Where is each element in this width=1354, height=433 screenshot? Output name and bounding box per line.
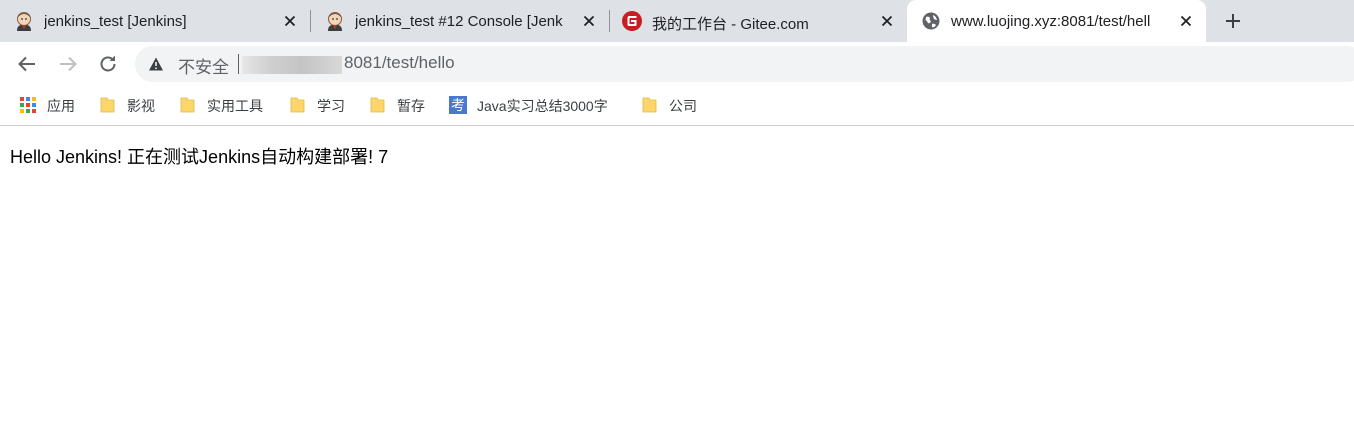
bookmark-label: 应用 [47,98,75,114]
kao-icon-glyph: 考 [451,98,465,114]
kao-icon: 考 [449,96,467,114]
warning-icon[interactable] [148,56,164,72]
browser-toolbar: 不安全 8081/test/hello [0,42,1354,86]
close-icon[interactable] [580,12,598,30]
bookmark-label: 实用工具 [207,98,263,114]
folder-icon [100,97,115,113]
bookmarks-bar: 应用 影视 实用工具 学习 暂存 考 Java实习总结3000字 公司 [0,86,1354,126]
tab-title: jenkins_test [Jenkins] [44,13,187,30]
tab-active-luojing[interactable]: www.luojing.xyz:8081/test/hell [907,0,1206,42]
close-icon[interactable] [281,12,299,30]
close-icon[interactable] [1177,12,1195,30]
reload-icon[interactable] [96,52,120,76]
gitee-icon [622,11,642,31]
jenkins-icon [328,12,342,31]
page-text: Hello Jenkins! 正在测试Jenkins自动构建部署! 7 [10,147,389,167]
url-text[interactable]: 8081/test/hello [344,53,455,73]
folder-icon [642,97,657,113]
tab-title: 我的工作台 - Gitee.com [652,16,809,33]
bookmark-label: 学习 [317,98,345,114]
folder-icon [290,97,305,113]
page-content: Hello Jenkins! 正在测试Jenkins自动构建部署! 7 [0,127,1354,433]
tab-gitee[interactable]: 我的工作台 - Gitee.com [610,0,906,42]
back-arrow-icon[interactable] [15,52,39,76]
tab-title: jenkins_test #12 Console [Jenk [355,13,563,30]
forward-arrow-icon[interactable] [56,52,80,76]
globe-icon [922,12,940,30]
folder-icon [370,97,385,113]
omnibox-separator [238,54,239,74]
bookmark-label: 影视 [127,98,155,114]
bookmark-label: Java实习总结3000字 [477,98,608,114]
tab-strip: jenkins_test [Jenkins] jenkins_test #12 … [0,0,1354,42]
close-icon[interactable] [878,12,896,30]
new-tab-icon[interactable] [1221,9,1245,33]
not-secure-label[interactable]: 不安全 [178,53,229,78]
jenkins-icon [17,12,31,31]
folder-icon [180,97,195,113]
bookmark-label: 公司 [669,98,697,114]
tab-jenkins-test[interactable]: jenkins_test [Jenkins] [0,0,308,42]
tab-title: www.luojing.xyz:8081/test/hell [951,13,1151,30]
tab-jenkins-console[interactable]: jenkins_test #12 Console [Jenk [311,0,608,42]
apps-grid-icon [20,97,36,113]
redacted-host [242,56,342,74]
bookmark-label: 暂存 [397,98,425,114]
